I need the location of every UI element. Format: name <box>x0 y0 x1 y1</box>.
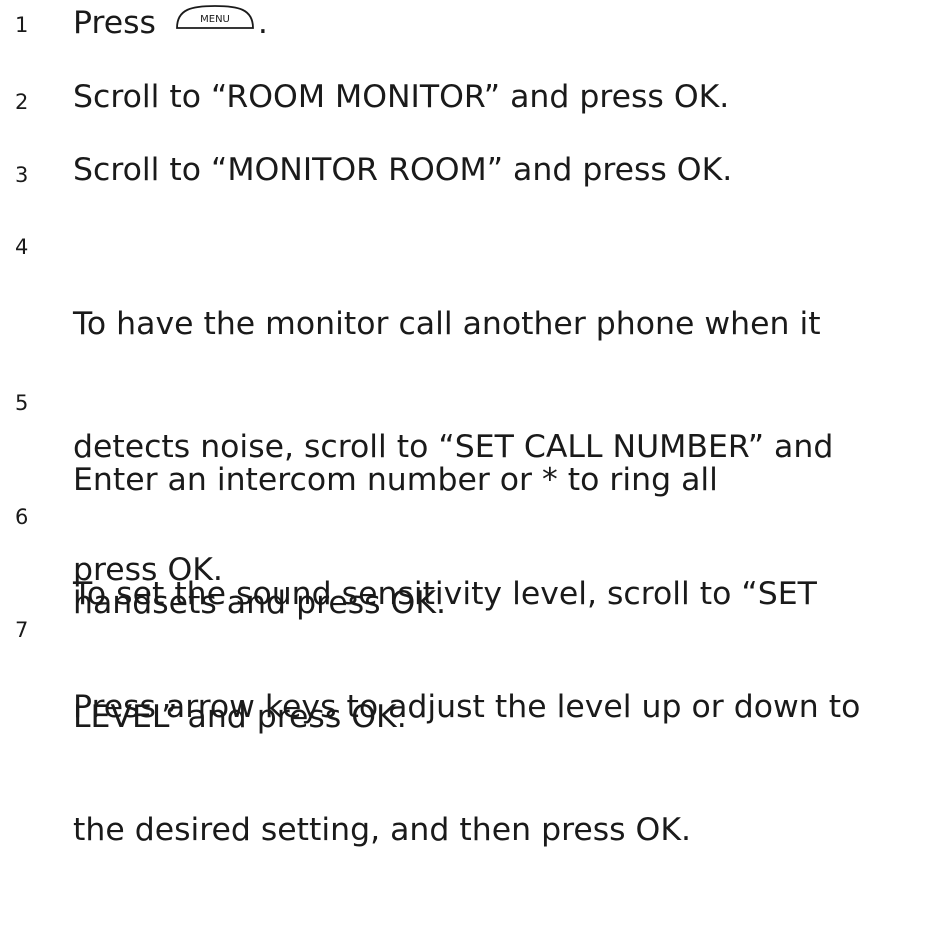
step-text: Scroll to “MONITOR ROOM” and press OK. <box>73 152 733 188</box>
menu-key-icon: MENU <box>172 0 258 29</box>
step-number: 5 <box>15 391 29 415</box>
step-text-line: Press arrow keys to adjust the level up … <box>73 689 861 725</box>
step-number: 6 <box>15 505 29 529</box>
step-text-after: . <box>257 5 268 41</box>
step-text: Press arrow keys to adjust the level up … <box>73 605 948 933</box>
step-number: 1 <box>15 13 29 37</box>
step-text-line: To have the monitor call another phone w… <box>73 306 821 342</box>
step-text-before: Press <box>73 5 166 41</box>
menu-key-label: MENU <box>200 14 230 25</box>
step-number: 3 <box>15 163 29 187</box>
step-number: 4 <box>15 235 29 259</box>
step-text-line: the desired setting, and then press OK. <box>73 812 692 848</box>
step-number: 7 <box>15 618 29 642</box>
step-text: Scroll to “ROOM MONITOR” and press OK. <box>73 79 730 115</box>
step-text: Press MENU. <box>73 0 948 44</box>
step-number: 2 <box>15 90 29 114</box>
